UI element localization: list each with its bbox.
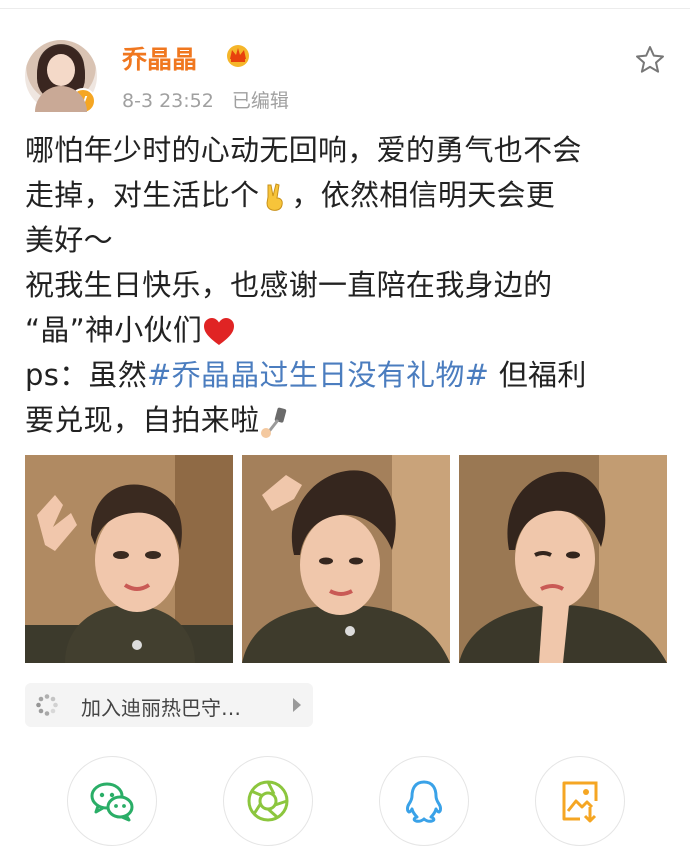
post-line: 哪怕年少时的心动无回响，爱的勇气也不会: [25, 128, 670, 173]
share-wechat-button[interactable]: [67, 756, 157, 846]
text-span: ps：虽然: [25, 358, 148, 392]
share-moments-button[interactable]: [223, 756, 313, 846]
username[interactable]: 乔晶晶: [122, 40, 197, 76]
post-time: 8-3 23:52: [122, 90, 214, 112]
share-qq-button[interactable]: [379, 756, 469, 846]
post-line: 要兑现，自拍来啦: [25, 398, 670, 443]
chevron-right-icon: [293, 698, 301, 712]
selfie-stick-icon: [261, 407, 287, 438]
post-line: 祝我生日快乐，也感谢一直陪在我身边的: [25, 263, 670, 308]
text-span: 要兑现，自拍来啦: [25, 403, 260, 437]
photo-selfie-hand-in-hair[interactable]: [242, 455, 450, 663]
photo-selfie-peace-sign[interactable]: [25, 455, 233, 663]
crown-badge-icon[interactable]: [224, 42, 252, 68]
hashtag-link[interactable]: #乔晶晶过生日没有礼物#: [147, 358, 489, 392]
avatar-face: [47, 54, 75, 86]
text-span: 祝我生日快乐，也感谢一直陪在我身边的: [25, 268, 553, 302]
wechat-icon: [90, 782, 134, 822]
join-group-chip[interactable]: 加入迪丽热巴守…: [25, 683, 313, 727]
edited-label: 已编辑: [231, 90, 289, 112]
post-line: 走掉，对生活比个 ，依然相信明天会更: [25, 173, 670, 218]
text-span: 美好～: [25, 223, 113, 257]
text-span: 走掉，对生活比个: [25, 178, 260, 212]
loading-spinner-icon: [36, 694, 58, 716]
text-span: 但福利: [489, 358, 587, 392]
text-span: “晶”神小伙们: [25, 313, 203, 347]
qq-penguin-icon: [406, 780, 442, 823]
photo-selfie-wink[interactable]: [459, 455, 667, 663]
save-image-icon: [562, 781, 598, 823]
post-line: 美好～: [25, 218, 670, 263]
save-image-button[interactable]: [535, 756, 625, 846]
post-text: 哪怕年少时的心动无回响，爱的勇气也不会 走掉，对生活比个 ，依然相信明天会更 美…: [25, 128, 670, 443]
post-line: “晶”神小伙们: [25, 308, 670, 353]
moments-shutter-icon: [247, 780, 289, 822]
red-heart-icon: [204, 318, 235, 345]
victory-hand-icon: [266, 183, 284, 211]
star-favorite-icon[interactable]: [634, 44, 666, 76]
top-divider: [0, 8, 690, 9]
post-meta: 8-3 23:52 已编辑: [122, 86, 289, 113]
chip-label: 加入迪丽热巴守…: [81, 696, 241, 720]
post-line: ps：虽然#乔晶晶过生日没有礼物# 但福利: [25, 353, 670, 398]
text-span: ，依然相信明天会更: [291, 178, 556, 212]
text-span: 哪怕年少时的心动无回响，爱的勇气也不会: [25, 133, 582, 167]
